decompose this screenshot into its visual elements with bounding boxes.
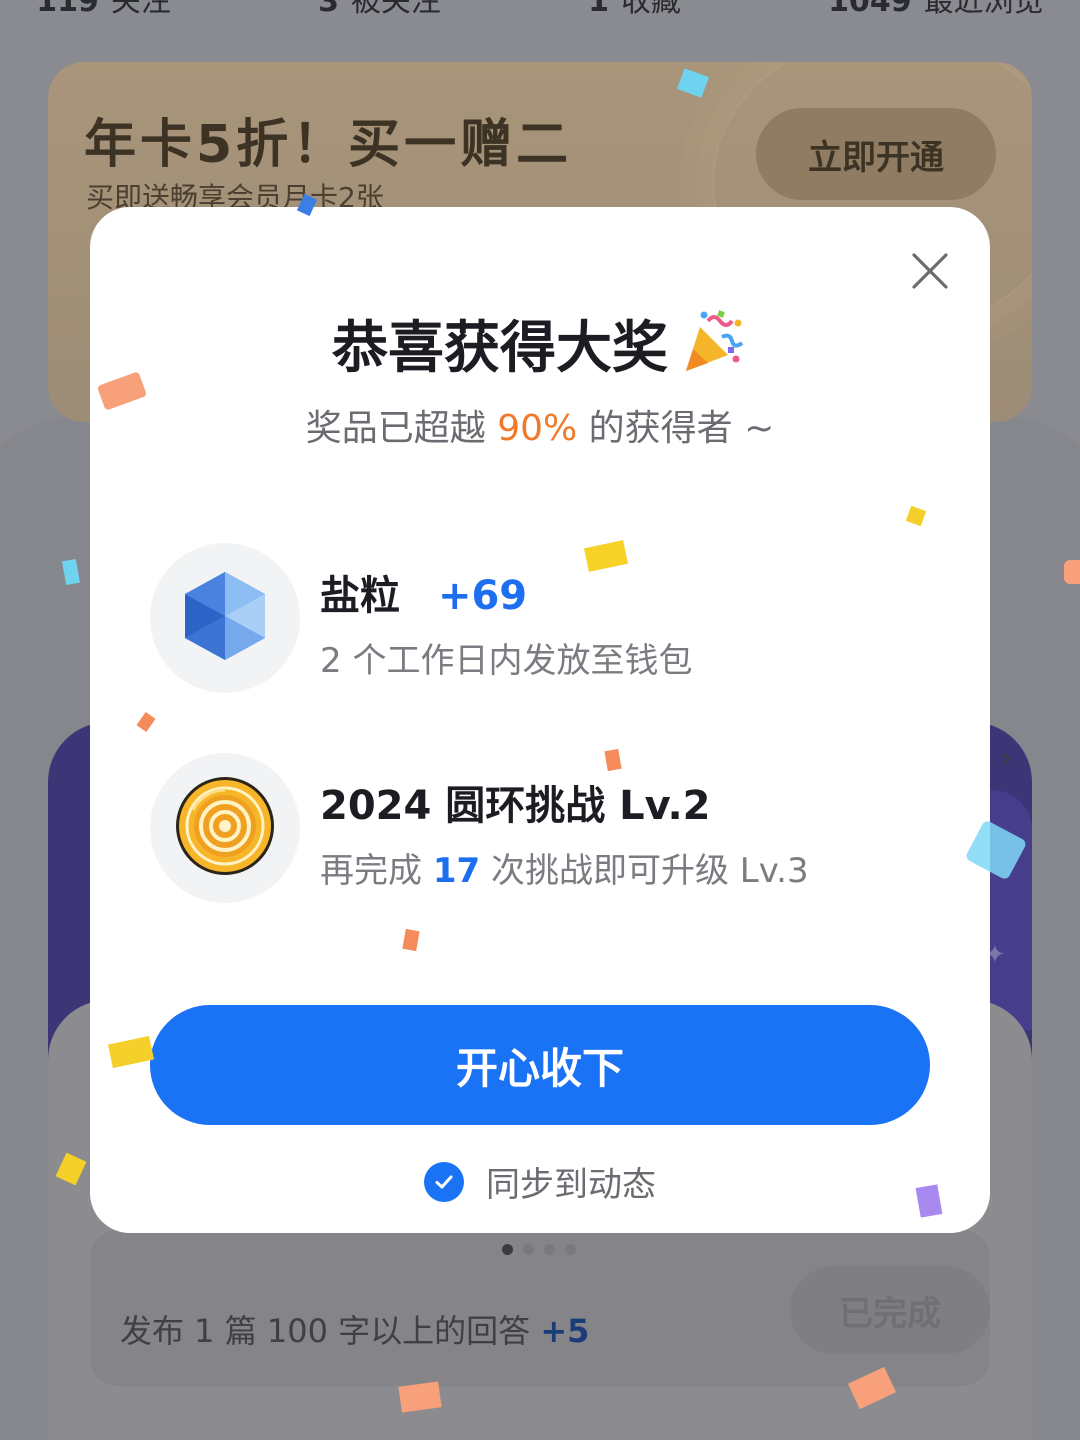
stat-recent[interactable]: 1049 最近浏览 bbox=[828, 0, 1044, 20]
activate-now-button[interactable]: 立即开通 bbox=[756, 108, 996, 200]
stat-following[interactable]: 119 关注 bbox=[36, 0, 171, 20]
sync-label: 同步到动态 bbox=[486, 1165, 656, 1205]
prize-amount: +69 bbox=[437, 573, 528, 619]
ring-badge-icon bbox=[173, 774, 277, 882]
modal-title: 恭喜获得大奖 bbox=[90, 303, 990, 384]
remaining-count: 17 bbox=[432, 851, 481, 891]
sync-to-feed-toggle[interactable]: 同步到动态 bbox=[90, 1157, 990, 1206]
party-popper-icon bbox=[678, 307, 748, 377]
salt-crystal-icon bbox=[183, 570, 267, 666]
confetti-piece bbox=[1064, 560, 1080, 584]
task-reward: +5 bbox=[540, 1312, 590, 1350]
percent-highlight: 90% bbox=[497, 408, 578, 449]
prize-thumb bbox=[150, 543, 300, 693]
prize-modal: 恭喜获得大奖 奖品已超越 90% 的获得者 ~ 盐粒 +69 2 个工作日内发放… bbox=[90, 207, 990, 1233]
checkmark-icon[interactable] bbox=[424, 1161, 464, 1202]
carousel-dot bbox=[523, 1244, 534, 1255]
task-completed-button[interactable]: 已完成 bbox=[790, 1266, 990, 1354]
prize-item-ring-challenge: 2024 圆环挑战 Lv.2 再完成 17 次挑战即可升级 Lv.3 bbox=[150, 753, 930, 903]
confetti-piece bbox=[398, 1381, 442, 1413]
accept-button[interactable]: 开心收下 bbox=[150, 1005, 930, 1125]
prize-name: 盐粒 +69 bbox=[320, 573, 528, 619]
prize-item-salt: 盐粒 +69 2 个工作日内发放至钱包 bbox=[150, 543, 930, 693]
task-text: 发布 1 篇 100 字以上的回答 +5 bbox=[120, 1312, 590, 1350]
prize-description: 再完成 17 次挑战即可升级 Lv.3 bbox=[320, 851, 809, 891]
prize-thumb bbox=[150, 753, 300, 903]
stat-followers[interactable]: 3 被关注 bbox=[318, 0, 441, 20]
chevron-right-icon[interactable]: › bbox=[1000, 738, 1013, 776]
prize-description: 2 个工作日内发放至钱包 bbox=[320, 641, 693, 681]
carousel-dot bbox=[544, 1244, 555, 1255]
prize-name: 2024 圆环挑战 Lv.2 bbox=[320, 783, 711, 829]
modal-subtitle: 奖品已超越 90% 的获得者 ~ bbox=[305, 408, 775, 449]
carousel-dots bbox=[502, 1244, 576, 1255]
profile-stats-bar: 119 关注 3 被关注 1 收藏 1049 最近浏览 bbox=[0, 0, 1080, 20]
carousel-dot bbox=[565, 1244, 576, 1255]
carousel-dot-active bbox=[502, 1244, 513, 1255]
close-icon[interactable] bbox=[904, 245, 956, 297]
stat-favorites[interactable]: 1 收藏 bbox=[588, 0, 681, 20]
promo-title: 年卡5折！买一赠二 bbox=[84, 115, 573, 175]
